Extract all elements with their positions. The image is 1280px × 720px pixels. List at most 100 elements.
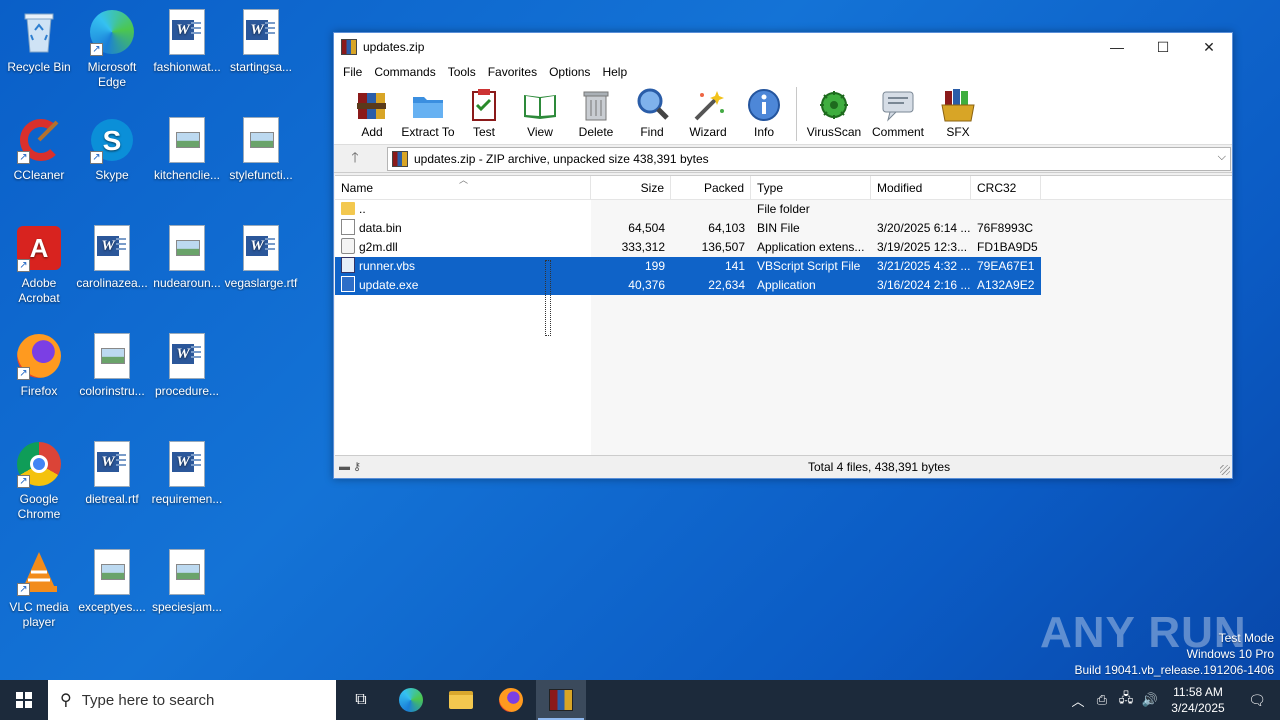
file-list: Name ︿ Size Packed Type Modified CRC32 ..… xyxy=(335,175,1232,455)
dll-file-icon xyxy=(341,238,355,254)
window-title: updates.zip xyxy=(363,40,425,54)
desktop-icon-skype[interactable]: S ↗ Skype xyxy=(73,116,151,183)
title-bar[interactable]: updates.zip — ☐ ✕ xyxy=(334,33,1232,61)
notification-icon[interactable]: 🗨 xyxy=(1234,692,1280,709)
up-arrow-icon[interactable]: 🡑 xyxy=(340,146,370,172)
test-clipboard-icon xyxy=(466,87,502,123)
column-modified[interactable]: Modified xyxy=(871,176,971,200)
test-button[interactable]: Test xyxy=(456,83,512,139)
usb-icon[interactable]: ⎙ xyxy=(1090,692,1114,708)
address-combobox[interactable]: updates.zip - ZIP archive, unpacked size… xyxy=(387,147,1231,171)
sfx-button[interactable]: SFX xyxy=(929,83,987,139)
desktop-icon-google-chrome[interactable]: ↗ Google Chrome xyxy=(0,440,78,522)
wizard-button[interactable]: Wizard xyxy=(680,83,736,139)
desktop-icon-recycle-bin[interactable]: Recycle Bin xyxy=(0,8,78,75)
column-size[interactable]: Size xyxy=(591,176,671,200)
winrar-icon xyxy=(549,689,573,711)
clock[interactable]: 11:58 AM 3/24/2025 xyxy=(1162,684,1234,716)
network-icon[interactable]: 🖧 xyxy=(1114,689,1138,711)
desktop-icon-firefox[interactable]: ↗ Firefox xyxy=(0,332,78,399)
taskbar-edge[interactable] xyxy=(386,680,436,720)
table-row-selected[interactable]: runner.vbs 199 141 VBScript Script File … xyxy=(335,257,1041,276)
column-crc32[interactable]: CRC32 xyxy=(971,176,1041,200)
taskbar: ⚲ Type here to search ⧉ ︿ ⎙ 🖧 🔊 11:58 AM… xyxy=(0,680,1280,720)
menu-help[interactable]: Help xyxy=(596,65,633,79)
taskbar-search[interactable]: ⚲ Type here to search xyxy=(48,680,336,720)
view-button[interactable]: View xyxy=(512,83,568,139)
task-view-button[interactable]: ⧉ xyxy=(336,680,386,720)
watermark-line: Build 19041.vb_release.191206-1406 xyxy=(1074,663,1275,677)
desktop-icon-microsoft-edge[interactable]: ↗ Microsoft Edge xyxy=(73,8,151,90)
word-document-icon: W xyxy=(163,440,211,488)
desktop-icon-vegaslarge[interactable]: W vegaslarge.rtf xyxy=(222,224,300,291)
recycle-bin-icon xyxy=(15,8,63,56)
desktop-icon-nudearoun[interactable]: nudearoun... xyxy=(148,224,226,291)
desktop-icon-ccleaner[interactable]: ↗ CCleaner xyxy=(0,116,78,183)
firefox-icon xyxy=(499,688,523,712)
image-file-icon xyxy=(163,548,211,596)
column-type[interactable]: Type xyxy=(751,176,871,200)
menu-commands[interactable]: Commands xyxy=(368,65,441,79)
acrobat-icon: A ↗ xyxy=(15,224,63,272)
trash-icon xyxy=(578,87,614,123)
menu-favorites[interactable]: Favorites xyxy=(482,65,543,79)
watermark-line: Windows 10 Pro xyxy=(1186,647,1274,661)
info-button[interactable]: Info xyxy=(736,83,792,139)
delete-button[interactable]: Delete xyxy=(568,83,624,139)
watermark-line: Test Mode xyxy=(1218,631,1274,645)
resize-grip[interactable] xyxy=(1220,465,1230,475)
desktop-icon-kitchenclie[interactable]: kitchenclie... xyxy=(148,116,226,183)
archive-icon xyxy=(392,151,408,167)
column-header-row: Name ︿ Size Packed Type Modified CRC32 xyxy=(335,175,1232,200)
desktop-icon-label: requiremen... xyxy=(151,492,223,506)
desktop-icon-colorinstru[interactable]: colorinstru... xyxy=(73,332,151,399)
word-document-icon: W xyxy=(163,332,211,380)
desktop-icon-procedure[interactable]: W procedure... xyxy=(148,332,226,399)
clock-date: 3/24/2025 xyxy=(1171,701,1225,715)
table-row[interactable]: data.bin 64,504 64,103 BIN File 3/20/202… xyxy=(335,219,1041,238)
status-bar: ▬ ⚷ Total 4 files, 438,391 bytes xyxy=(335,455,1232,477)
chevron-up-icon[interactable]: ︿ xyxy=(1066,691,1090,710)
table-row[interactable]: g2m.dll 333,312 136,507 Application exte… xyxy=(335,238,1041,257)
desktop-icon-carolinazea[interactable]: W carolinazea... xyxy=(73,224,151,291)
taskbar-file-explorer[interactable] xyxy=(436,680,486,720)
chevron-down-icon[interactable]: ⌵ xyxy=(1218,151,1226,164)
system-tray: ︿ ⎙ 🖧 🔊 11:58 AM 3/24/2025 🗨 xyxy=(1066,680,1280,720)
volume-icon[interactable]: 🔊 xyxy=(1138,692,1162,708)
extract-to-button[interactable]: Extract To xyxy=(400,83,456,139)
desktop-icon-requiremen[interactable]: W requiremen... xyxy=(148,440,226,507)
column-packed[interactable]: Packed xyxy=(671,176,751,200)
column-name[interactable]: Name ︿ xyxy=(335,175,591,200)
edge-icon xyxy=(399,688,423,712)
add-button[interactable]: Add xyxy=(344,83,400,139)
virusscan-button[interactable]: VirusScan xyxy=(801,83,867,139)
start-button[interactable] xyxy=(0,680,48,720)
desktop-icon-vlc[interactable]: ↗ VLC media player xyxy=(0,548,78,630)
menu-file[interactable]: File xyxy=(337,65,368,79)
desktop-icon-exceptyes[interactable]: exceptyes.... xyxy=(73,548,151,615)
table-row-selected[interactable]: update.exe 40,376 22,634 Application 3/1… xyxy=(335,276,1041,295)
desktop-icon-fashionwat[interactable]: W fashionwat... xyxy=(148,8,226,75)
taskbar-firefox[interactable] xyxy=(486,680,536,720)
comment-label: Comment xyxy=(871,125,924,139)
maximize-button[interactable]: ☐ xyxy=(1140,33,1186,61)
taskbar-winrar[interactable] xyxy=(536,680,586,720)
minimize-button[interactable]: — xyxy=(1094,33,1140,61)
word-document-icon: W xyxy=(237,224,285,272)
menu-tools[interactable]: Tools xyxy=(442,65,482,79)
desktop-icon-stylefuncti[interactable]: stylefuncti... xyxy=(222,116,300,183)
image-file-icon xyxy=(88,332,136,380)
close-button[interactable]: ✕ xyxy=(1186,33,1232,61)
desktop-icon-dietreal[interactable]: W dietreal.rtf xyxy=(73,440,151,507)
desktop-icon-speciesjam[interactable]: speciesjam... xyxy=(148,548,226,615)
desktop-icon-adobe-acrobat[interactable]: A ↗ Adobe Acrobat xyxy=(0,224,78,306)
find-button[interactable]: Find xyxy=(624,83,680,139)
desktop-icon-label: stylefuncti... xyxy=(229,168,293,182)
comment-button[interactable]: Comment xyxy=(867,83,929,139)
desktop-icon-startingsa[interactable]: W startingsa... xyxy=(222,8,300,75)
desktop-icon-label: exceptyes.... xyxy=(78,600,146,614)
menu-options[interactable]: Options xyxy=(543,65,596,79)
table-row[interactable]: .. File folder xyxy=(335,200,1041,219)
drive-key-icon[interactable]: ▬ ⚷ xyxy=(335,460,375,473)
desktop-icon-label: Firefox xyxy=(20,384,58,398)
